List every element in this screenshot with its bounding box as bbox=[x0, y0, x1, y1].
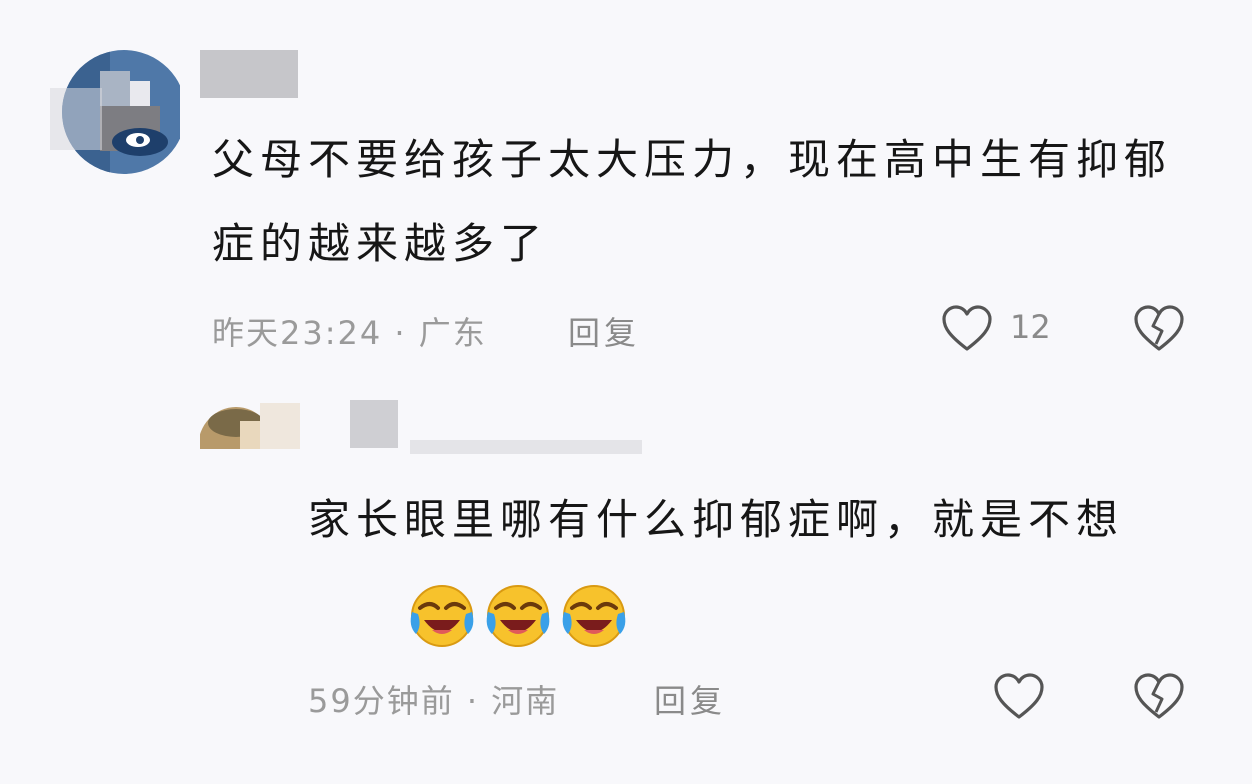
dislike-button[interactable] bbox=[1132, 304, 1186, 354]
avatar[interactable] bbox=[200, 403, 300, 449]
broken-heart-icon bbox=[1134, 305, 1184, 351]
comment-text: 父母不要给孩子太大压力，现在高中生有抑郁症的越来越多了 bbox=[212, 135, 1173, 268]
laugh-cry-emoji bbox=[406, 578, 478, 650]
reply-button[interactable]: 回复 bbox=[568, 308, 640, 354]
heart-outline-icon bbox=[942, 305, 992, 351]
blurred-username bbox=[200, 50, 298, 98]
heart-outline-icon bbox=[994, 673, 1044, 719]
comment-text: 家长眼里哪有什么抑郁症啊，就是不想 bbox=[308, 495, 1125, 544]
avatar-image bbox=[200, 403, 300, 449]
avatar[interactable] bbox=[50, 46, 180, 174]
avatar-image bbox=[50, 50, 180, 174]
like-button[interactable] bbox=[940, 304, 994, 354]
like-count: 12 bbox=[1010, 308, 1051, 346]
comment-thread: 父母不要给孩子太大压力，现在高中生有抑郁症的越来越多了 昨天23:24 · 广东… bbox=[0, 0, 1252, 784]
comment-time-location: 59分钟前 · 河南 bbox=[308, 682, 560, 720]
like-button[interactable] bbox=[992, 672, 1046, 722]
reply-button[interactable]: 回复 bbox=[654, 676, 726, 722]
blurred-subtext bbox=[410, 440, 642, 454]
comment-time-location: 昨天23:24 · 广东 bbox=[212, 314, 487, 352]
laugh-cry-emoji bbox=[482, 578, 554, 650]
blurred-username bbox=[350, 400, 398, 448]
dislike-button[interactable] bbox=[1132, 672, 1186, 722]
broken-heart-icon bbox=[1134, 673, 1184, 719]
laugh-cry-emoji bbox=[558, 578, 630, 650]
